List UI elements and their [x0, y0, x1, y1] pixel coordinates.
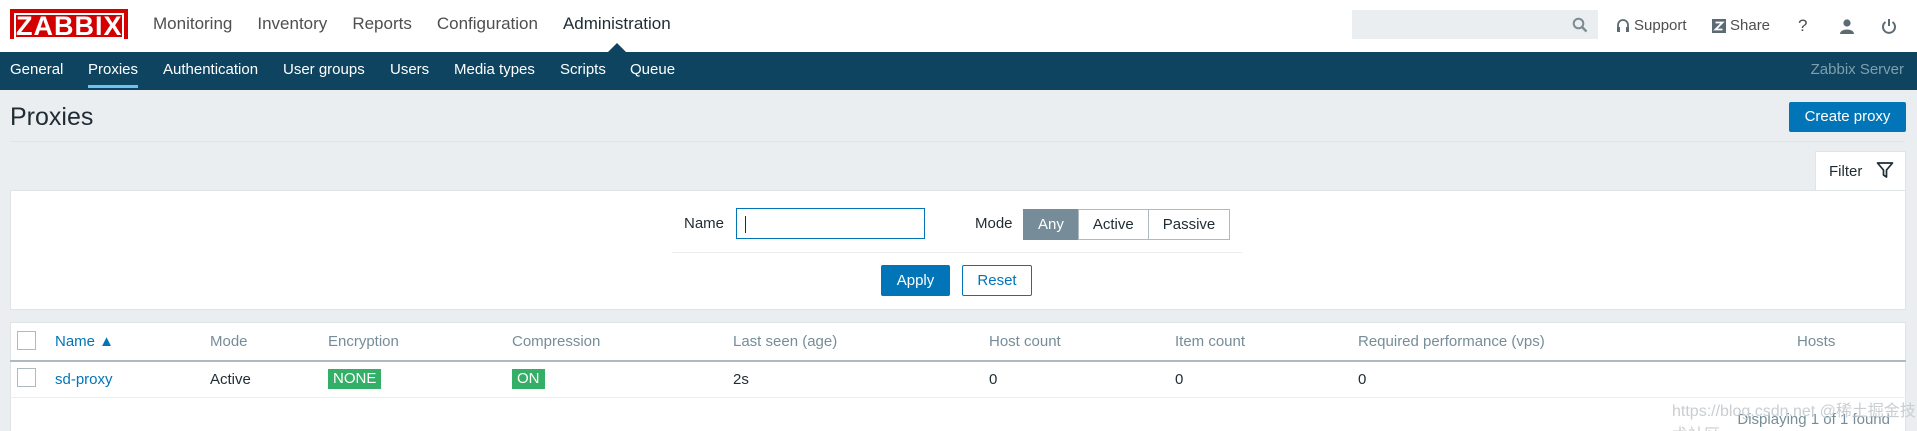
- mode-any-option[interactable]: Any: [1023, 209, 1079, 240]
- sub-navigation: General Proxies Authentication User grou…: [0, 52, 1917, 90]
- column-header-name[interactable]: Name ▲: [55, 333, 114, 350]
- mode-passive-option[interactable]: Passive: [1147, 209, 1231, 240]
- column-header-hosts: Hosts: [1797, 333, 1836, 350]
- mode-active-option[interactable]: Active: [1077, 209, 1149, 240]
- filter-tab[interactable]: Filter: [1815, 151, 1906, 191]
- zabbix-logo[interactable]: ZABBIX: [10, 9, 128, 40]
- row-checkbox[interactable]: [17, 368, 36, 387]
- host-count-value: 0: [989, 371, 998, 388]
- subnav-users[interactable]: Users: [390, 52, 429, 90]
- proxies-table: [10, 322, 1906, 431]
- menu-inventory[interactable]: Inventory: [257, 0, 327, 52]
- select-all-checkbox[interactable]: [17, 331, 36, 350]
- sign-out-icon[interactable]: [1881, 0, 1901, 52]
- proxy-name-link[interactable]: sd-proxy: [55, 371, 113, 388]
- headset-icon: [1617, 18, 1629, 32]
- column-header-last-seen: Last seen (age): [733, 333, 838, 350]
- subnav-media-types[interactable]: Media types: [454, 52, 535, 90]
- user-profile-icon[interactable]: [1839, 0, 1859, 52]
- proxy-mode: Active: [210, 371, 251, 388]
- encryption-badge: NONE: [328, 369, 382, 389]
- table-header-divider: [10, 360, 1906, 362]
- support-link[interactable]: Support: [1616, 0, 1687, 52]
- server-name: Zabbix Server: [1810, 61, 1904, 78]
- menu-configuration[interactable]: Configuration: [437, 0, 538, 52]
- subnav-queue[interactable]: Queue: [630, 52, 675, 90]
- column-header-mode: Mode: [210, 333, 248, 350]
- compression-badge: ON: [512, 369, 545, 389]
- column-header-compression: Compression: [512, 333, 601, 350]
- share-label: Share: [1730, 17, 1771, 34]
- menu-monitoring[interactable]: Monitoring: [153, 0, 232, 52]
- text-caret: [745, 216, 746, 233]
- support-label: Support: [1634, 17, 1687, 34]
- item-count-value: 0: [1175, 371, 1184, 388]
- mode-filter-label: Mode: [975, 215, 1013, 232]
- page-title: Proxies: [10, 103, 94, 131]
- name-filter-input[interactable]: [736, 208, 925, 239]
- menu-administration[interactable]: Administration: [563, 0, 671, 52]
- column-header-item-count: Item count: [1175, 333, 1246, 350]
- name-filter-label: Name: [684, 215, 725, 232]
- share-link[interactable]: Share: [1712, 0, 1770, 52]
- filter-divider: [672, 252, 1242, 253]
- filter-tab-label: Filter: [1829, 163, 1863, 180]
- subnav-general[interactable]: General: [10, 52, 63, 90]
- share-icon: [1712, 19, 1726, 33]
- table-row-divider: [10, 397, 1906, 398]
- top-header: ZABBIX Monitoring Inventory Reports Conf…: [0, 0, 1917, 52]
- apply-button[interactable]: Apply: [881, 265, 950, 296]
- column-header-required-performance: Required performance (vps): [1358, 333, 1545, 350]
- subnav-authentication[interactable]: Authentication: [163, 52, 258, 90]
- main-menu: Monitoring Inventory Reports Configurati…: [153, 0, 696, 52]
- create-proxy-button[interactable]: Create proxy: [1789, 102, 1906, 132]
- menu-reports[interactable]: Reports: [352, 0, 412, 52]
- required-performance-value: 0: [1358, 371, 1367, 388]
- filter-icon: [1876, 162, 1894, 178]
- search-input[interactable]: [1352, 10, 1598, 39]
- subnav-proxies[interactable]: Proxies: [88, 52, 139, 90]
- reset-button[interactable]: Reset: [962, 265, 1032, 296]
- subnav-scripts[interactable]: Scripts: [560, 52, 606, 90]
- watermark: https://blog.csdn.net @稀土掘金技术社区: [1672, 403, 1916, 431]
- last-seen-value: 2s: [733, 371, 749, 388]
- subnav-user-groups[interactable]: User groups: [283, 52, 365, 90]
- mode-segmented-control: Any Active Passive: [1023, 209, 1231, 240]
- column-header-encryption: Encryption: [328, 333, 399, 350]
- filter-panel: [10, 190, 1906, 310]
- title-divider: [10, 141, 1905, 142]
- search-icon[interactable]: [1572, 17, 1588, 33]
- column-header-host-count: Host count: [989, 333, 1061, 350]
- help-icon[interactable]: ?: [1798, 0, 1807, 52]
